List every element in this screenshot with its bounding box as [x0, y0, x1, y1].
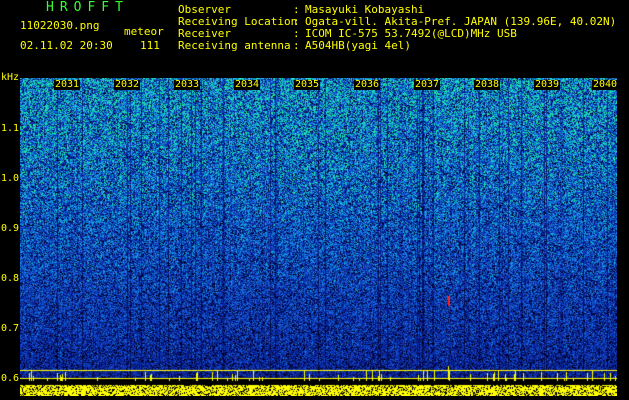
meteor-count: 111 — [140, 39, 160, 52]
date-time: 02.11.02 20:30 — [20, 39, 113, 52]
freq-tick: 1.1 — [1, 123, 20, 134]
file-name: 11022030.png — [20, 19, 100, 32]
time-tick: 2036 — [354, 79, 381, 90]
time-tick: 2039 — [534, 79, 561, 90]
time-tick: 2040 — [592, 79, 619, 90]
freq-tick: 0.9 — [1, 223, 20, 234]
time-tick: 2038 — [474, 79, 501, 90]
time-tick: 2032 — [114, 79, 141, 90]
freq-tick: 0.6 — [1, 373, 20, 384]
time-tick: 2033 — [174, 79, 201, 90]
spectrogram-canvas — [20, 78, 617, 396]
app-logo: HROFFT — [46, 0, 129, 15]
spectrogram — [20, 78, 617, 396]
meteor-label: meteor — [124, 25, 164, 38]
antenna-label: Receiving antenna — [178, 39, 291, 52]
antenna-value: A504HB(yagi 4el) — [305, 39, 411, 52]
freq-tick: 1.0 — [1, 173, 20, 184]
time-tick: 2031 — [54, 79, 81, 90]
axis-unit: kHz — [1, 72, 20, 83]
freq-tick: 0.8 — [1, 273, 20, 284]
time-tick: 2034 — [234, 79, 261, 90]
time-tick: 2037 — [414, 79, 441, 90]
time-tick: 2035 — [294, 79, 321, 90]
freq-tick: 0.7 — [1, 323, 20, 334]
